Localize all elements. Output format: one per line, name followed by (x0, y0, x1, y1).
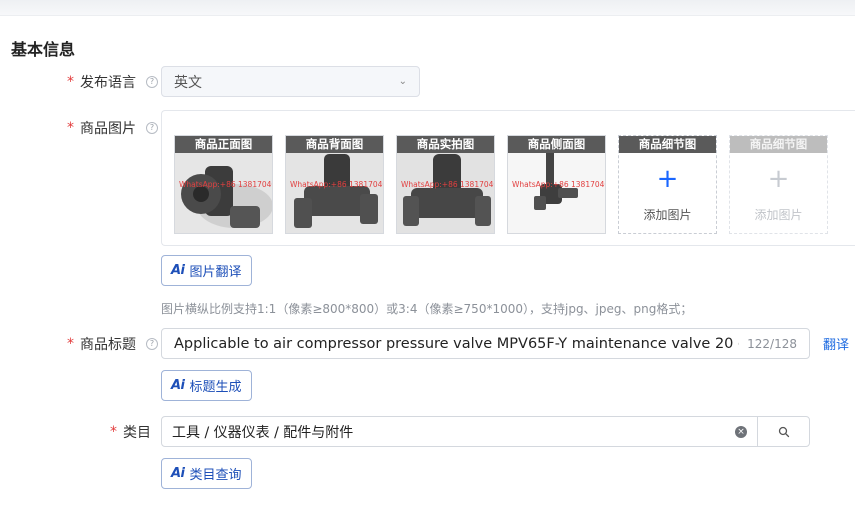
char-counter: 122/128 (747, 336, 797, 351)
language-select[interactable]: 英文 ⌄ (161, 66, 420, 97)
category-search-button[interactable] (757, 416, 810, 447)
ai-icon: Ai (171, 378, 185, 393)
search-icon (778, 426, 789, 437)
title-generate-button[interactable]: Ai 标题生成 (161, 370, 252, 401)
category-query-button[interactable]: Ai 类目查询 (161, 458, 252, 489)
language-label-row: * 发布语言 ? (67, 72, 158, 92)
required-mark: * (67, 74, 74, 90)
image-caption: 商品细节图 (730, 136, 827, 153)
images-label: 商品图片 (80, 121, 136, 137)
ai-icon: Ai (171, 263, 185, 278)
image-watermark: WhatsApp:+86 13817040688 (179, 180, 272, 189)
image-translate-button[interactable]: Ai 图片翻译 (161, 255, 252, 286)
category-label-row: * 类目 (110, 422, 151, 442)
title-label-row: * 商品标题 ? (67, 334, 158, 354)
image-translate-label: 图片翻译 (189, 265, 242, 280)
required-mark: * (67, 120, 74, 136)
image-caption: 商品正面图 (175, 136, 272, 153)
help-icon[interactable]: ? (146, 338, 158, 350)
product-title-input[interactable]: Applicable to air compressor pressure va… (161, 328, 810, 359)
title-label: 商品标题 (80, 337, 136, 353)
images-label-row: * 商品图片 ? (67, 118, 158, 138)
category-input[interactable]: 工具 / 仪器仪表 / 配件与附件 × (161, 416, 758, 447)
image-hint: 图片横纵比例支持1:1（像素≥800*800）或3:4（像素≥750*1000）… (161, 302, 693, 316)
language-value: 英文 (174, 74, 202, 91)
help-icon[interactable]: ? (146, 122, 158, 134)
add-image-label: 添加图片 (754, 208, 803, 222)
add-detail-image-button[interactable]: 商品细节图 + 添加图片 (618, 135, 717, 234)
product-image-front[interactable]: 商品正面图 WhatsApp:+86 13817040688 (174, 135, 273, 234)
top-band (0, 0, 855, 16)
title-generate-label: 标题生成 (189, 380, 242, 395)
product-image-back[interactable]: 商品背面图 WhatsApp:+86 13817040688 (285, 135, 384, 234)
category-value: 工具 / 仪器仪表 / 配件与附件 (172, 424, 354, 441)
category-label: 类目 (123, 425, 151, 441)
product-image-actual[interactable]: 商品实拍图 WhatsApp:+86 13817040688 (396, 135, 495, 234)
language-label: 发布语言 (80, 75, 136, 91)
help-icon[interactable]: ? (146, 76, 158, 88)
section-title: 基本信息 (11, 40, 76, 59)
chevron-down-icon: ⌄ (398, 76, 407, 87)
image-caption: 商品侧面图 (508, 136, 605, 153)
ai-icon: Ai (171, 466, 185, 481)
product-title-value: Applicable to air compressor pressure va… (174, 335, 740, 352)
plus-icon: + (656, 164, 679, 194)
image-caption: 商品实拍图 (397, 136, 494, 153)
image-watermark: WhatsApp:+86 13817040688 (401, 180, 494, 189)
add-detail-image-button-disabled: 商品细节图 + 添加图片 (729, 135, 828, 234)
image-watermark: WhatsApp:+86 13817040688 (290, 180, 383, 189)
category-query-label: 类目查询 (189, 468, 242, 483)
add-image-label: 添加图片 (643, 208, 692, 222)
required-mark: * (110, 424, 117, 440)
required-mark: * (67, 336, 74, 352)
product-image-side[interactable]: 商品侧面图 WhatsApp:+86 13817040688 (507, 135, 606, 234)
clear-icon[interactable]: × (735, 425, 747, 438)
image-watermark: WhatsApp:+86 13817040688 (512, 180, 605, 189)
image-upload-panel: 商品正面图 WhatsApp:+86 13817040688 商品背面图 Wha… (161, 110, 855, 246)
image-caption: 商品背面图 (286, 136, 383, 153)
translate-link[interactable]: 翻译 (823, 334, 849, 353)
plus-icon: + (767, 164, 790, 194)
image-caption: 商品细节图 (619, 136, 716, 153)
